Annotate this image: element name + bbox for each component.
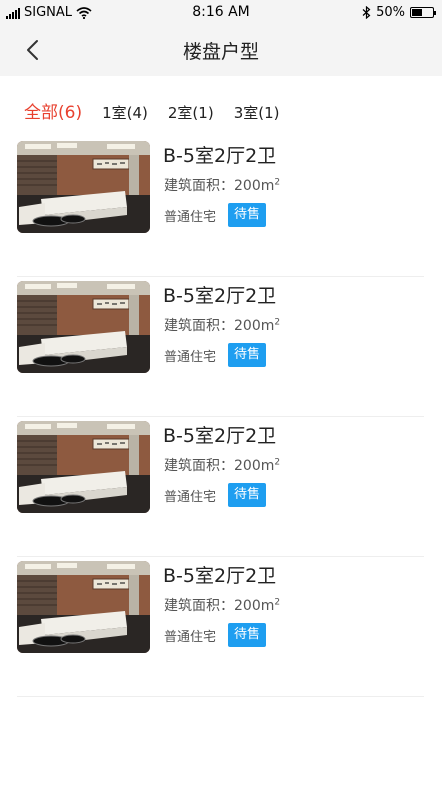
unit-name: B-5室2厅2卫 <box>163 425 277 447</box>
tab-3-room[interactable]: 3室(1) <box>234 102 280 123</box>
list-item[interactable]: B-5室2厅2卫 建筑面积：200m2 普通住宅 待售 <box>17 137 424 277</box>
battery-percent: 50% <box>376 5 405 20</box>
tab-2-room[interactable]: 2室(1) <box>168 102 214 123</box>
filter-tabs: 全部(6) 1室(4) 2室(1) 3室(1) <box>24 98 299 123</box>
building-area: 建筑面积：200m2 <box>164 457 281 474</box>
property-type: 普通住宅 <box>164 210 217 225</box>
status-badge: 待售 <box>228 623 267 647</box>
battery-icon <box>410 7 436 18</box>
status-badge: 待售 <box>228 483 267 507</box>
list-item[interactable]: B-5室2厅2卫 建筑面积：200m2 普通住宅 待售 <box>17 417 424 557</box>
list-item[interactable]: B-5室2厅2卫 建筑面积：200m2 普通住宅 待售 <box>17 557 424 697</box>
property-type: 普通住宅 <box>164 350 217 365</box>
nav-bar: 楼盘户型 <box>0 24 442 76</box>
bluetooth-icon <box>362 6 371 19</box>
property-type: 普通住宅 <box>164 490 217 505</box>
floor-plan-thumbnail <box>17 561 150 653</box>
property-type: 普通住宅 <box>164 630 217 645</box>
tab-1-room[interactable]: 1室(4) <box>102 102 148 123</box>
floor-plan-list: B-5室2厅2卫 建筑面积：200m2 普通住宅 待售 B-5室2厅2卫 建筑面… <box>17 137 424 697</box>
status-bar: SIGNAL 8:16 AM 50% <box>0 0 442 24</box>
unit-name: B-5室2厅2卫 <box>163 145 277 167</box>
floor-plan-thumbnail <box>17 141 150 233</box>
floor-plan-thumbnail <box>17 281 150 373</box>
status-badge: 待售 <box>228 203 267 227</box>
status-badge: 待售 <box>228 343 267 367</box>
list-item[interactable]: B-5室2厅2卫 建筑面积：200m2 普通住宅 待售 <box>17 277 424 417</box>
page-title: 楼盘户型 <box>182 41 259 63</box>
unit-name: B-5室2厅2卫 <box>163 565 277 587</box>
building-area: 建筑面积：200m2 <box>164 317 281 334</box>
floor-plan-thumbnail <box>17 421 150 513</box>
battery-info: 50% <box>362 5 436 20</box>
building-area: 建筑面积：200m2 <box>164 177 281 194</box>
building-area: 建筑面积：200m2 <box>164 597 281 614</box>
unit-name: B-5室2厅2卫 <box>163 285 277 307</box>
tab-all[interactable]: 全部(6) <box>24 98 82 123</box>
